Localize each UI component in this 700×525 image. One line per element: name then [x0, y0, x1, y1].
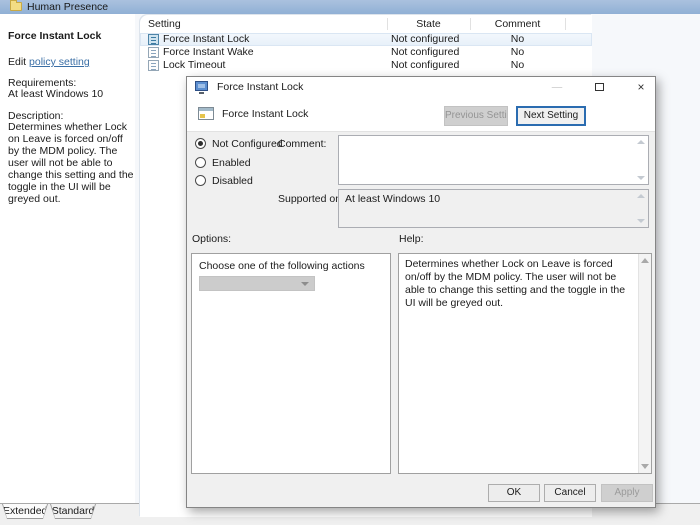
apply-button: Apply	[601, 484, 653, 502]
supported-on-box: At least Windows 10	[338, 189, 649, 228]
policy-row-icon	[148, 47, 159, 58]
help-scrollbar[interactable]	[638, 254, 651, 473]
next-setting-button[interactable]: Next Setting	[516, 106, 586, 126]
tab-extended[interactable]: Extended	[2, 504, 48, 519]
radio-label: Not Configured	[212, 138, 283, 150]
folder-icon	[10, 2, 22, 11]
column-header-setting[interactable]: Setting	[148, 18, 181, 30]
row-setting-name: Force Instant Lock	[163, 33, 249, 46]
row-comment: No	[470, 46, 565, 59]
radio-icon	[195, 175, 206, 186]
comment-label: Comment:	[278, 138, 326, 150]
app-icon	[195, 81, 208, 91]
options-instruction: Choose one of the following actions	[199, 260, 365, 272]
policy-description-pane: Force Instant Lock Edit policy setting R…	[0, 14, 135, 503]
category-title: Human Presence	[27, 1, 108, 13]
policy-row-icon	[148, 34, 159, 45]
radio-icon	[195, 138, 206, 149]
setting-icon	[198, 107, 214, 120]
action-dropdown	[199, 276, 315, 291]
row-state: Not configured	[391, 46, 459, 59]
requirements-value: At least Windows 10	[8, 88, 103, 100]
options-label: Options:	[192, 233, 231, 245]
scroll-down-icon[interactable]	[637, 219, 645, 223]
scroll-up-icon[interactable]	[641, 258, 649, 263]
radio-not-configured[interactable]: Not Configured	[195, 138, 283, 150]
ok-button[interactable]: OK	[488, 484, 540, 502]
maximize-button[interactable]	[585, 77, 613, 98]
column-header-comment[interactable]: Comment	[470, 18, 565, 30]
scroll-up-icon[interactable]	[637, 140, 645, 144]
description-text: Determines whether Lock on Leave is forc…	[8, 121, 134, 205]
selected-policy-title: Force Instant Lock	[8, 30, 101, 42]
dialog-setting-name: Force Instant Lock	[222, 108, 308, 120]
maximize-icon	[595, 83, 604, 91]
row-state: Not configured	[391, 33, 459, 46]
radio-label: Disabled	[212, 175, 253, 187]
column-separator[interactable]	[387, 18, 388, 30]
table-row[interactable]: Lock Timeout Not configured No	[140, 59, 592, 72]
row-comment: No	[470, 33, 565, 46]
tab-standard-label: Standard	[51, 504, 95, 518]
policy-row-icon	[148, 60, 159, 71]
help-text: Determines whether Lock on Leave is forc…	[405, 258, 635, 310]
dialog-title: Force Instant Lock	[217, 81, 303, 93]
edit-policy-line: Edit policy setting	[8, 56, 90, 68]
edit-policy-setting-link[interactable]: policy setting	[29, 56, 90, 68]
supported-on-value: At least Windows 10	[345, 193, 440, 205]
table-row[interactable]: Force Instant Lock Not configured No	[140, 33, 592, 46]
scroll-down-icon[interactable]	[641, 464, 649, 469]
help-box: Determines whether Lock on Leave is forc…	[398, 253, 652, 474]
column-separator[interactable]	[470, 18, 471, 30]
tab-extended-label: Extended	[3, 504, 47, 518]
table-row[interactable]: Force Instant Wake Not configured No	[140, 46, 592, 59]
tab-standard[interactable]: Standard	[50, 504, 96, 519]
column-separator[interactable]	[565, 18, 566, 30]
cancel-button[interactable]: Cancel	[544, 484, 596, 502]
close-button[interactable]: ×	[627, 77, 655, 98]
radio-label: Enabled	[212, 157, 251, 169]
breadcrumb-band: Human Presence	[0, 0, 700, 14]
help-label: Help:	[399, 233, 424, 245]
minimize-button: —	[543, 77, 571, 98]
comment-textarea[interactable]	[338, 135, 649, 185]
dialog-setting-header: Force Instant Lock Previous Setting Next…	[187, 98, 655, 132]
row-state: Not configured	[391, 59, 459, 72]
radio-disabled[interactable]: Disabled	[195, 175, 253, 187]
list-header: Setting State Comment	[140, 15, 592, 32]
radio-icon	[195, 157, 206, 168]
scroll-down-icon[interactable]	[637, 176, 645, 180]
scroll-up-icon[interactable]	[637, 194, 645, 198]
policy-setting-dialog: Force Instant Lock — × Force Instant Loc…	[186, 76, 656, 508]
supported-on-label: Supported on:	[278, 193, 344, 205]
options-box: Choose one of the following actions	[191, 253, 391, 474]
row-setting-name: Force Instant Wake	[163, 46, 254, 59]
row-comment: No	[470, 59, 565, 72]
column-header-state[interactable]: State	[387, 18, 470, 30]
row-setting-name: Lock Timeout	[163, 59, 225, 72]
previous-setting-button: Previous Setting	[444, 106, 508, 126]
edit-prefix: Edit	[8, 56, 29, 68]
dialog-titlebar[interactable]: Force Instant Lock — ×	[187, 77, 655, 98]
radio-enabled[interactable]: Enabled	[195, 157, 251, 169]
